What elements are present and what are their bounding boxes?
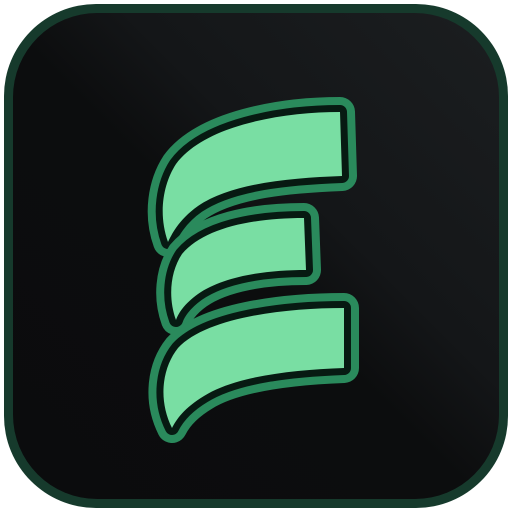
app-icon: [0, 0, 512, 512]
app-icon-graphic: [4, 4, 508, 508]
e-logo-icon: [147, 97, 359, 443]
